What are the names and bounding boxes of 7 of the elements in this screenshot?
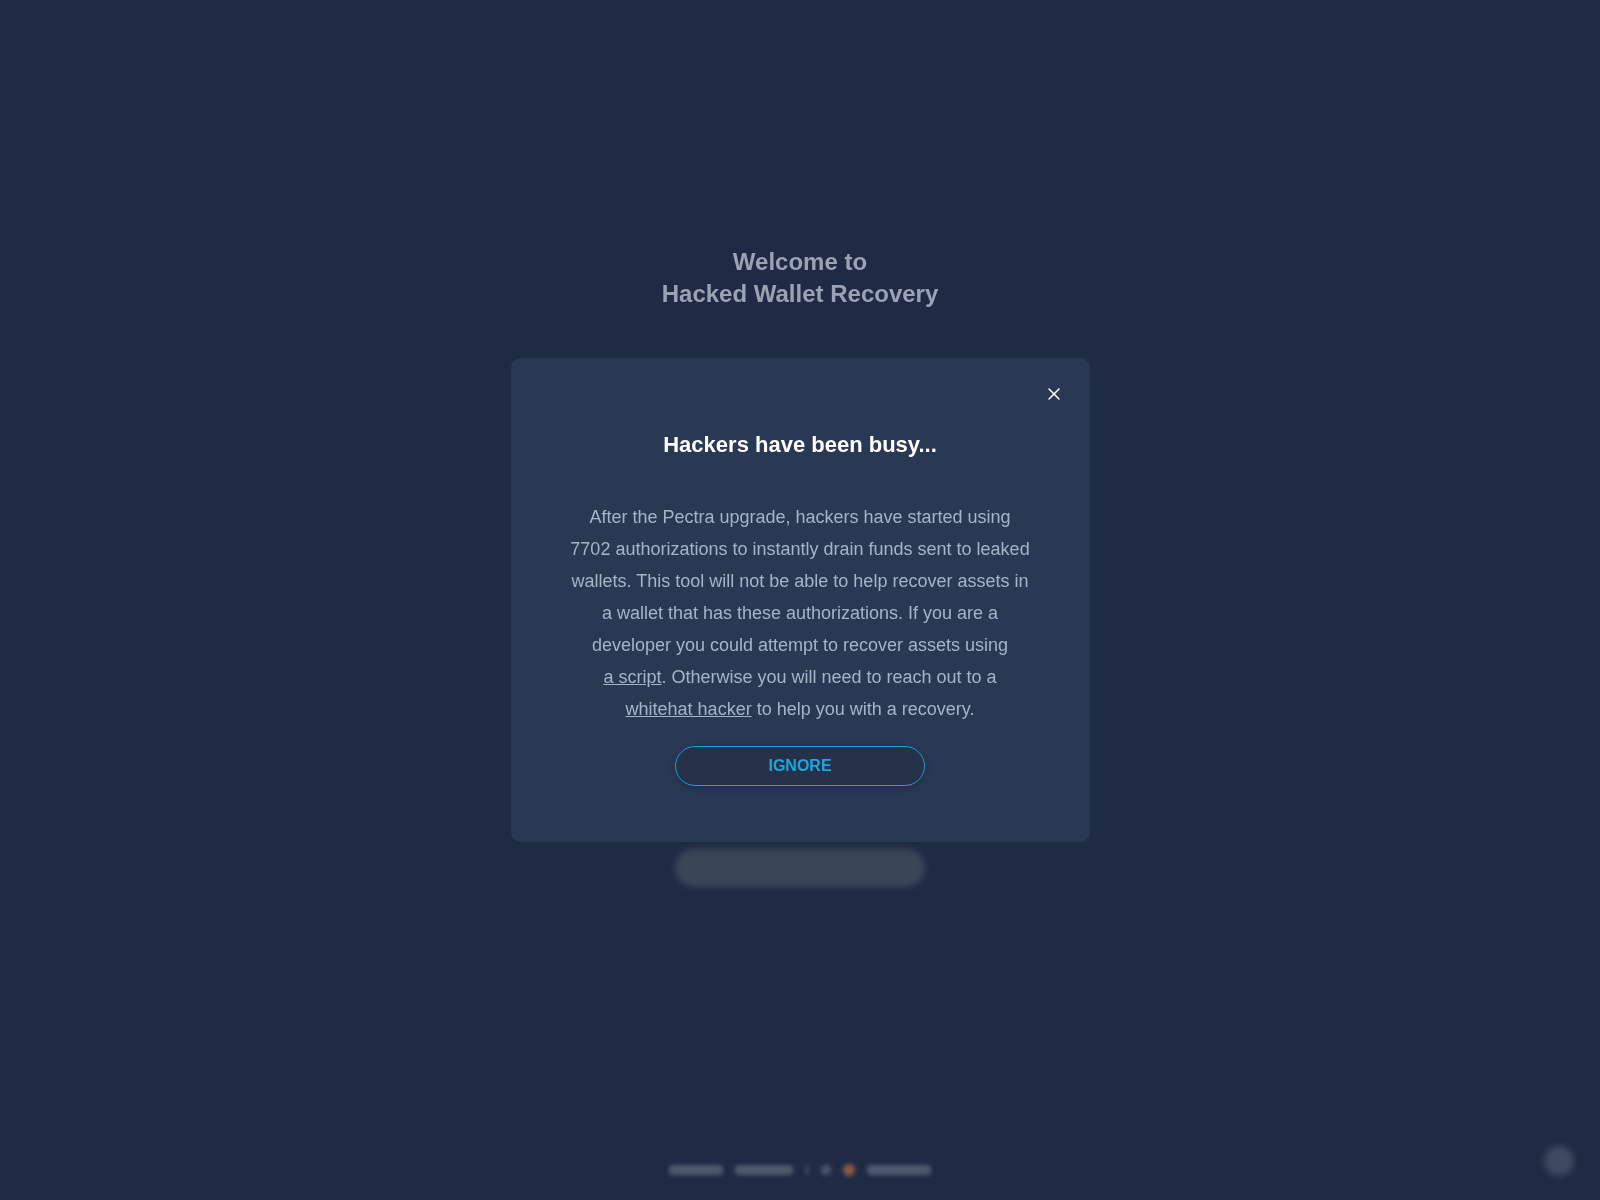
warning-message: After the Pectra upgrade, hackers have started using 7702 authorizations to instantly drain funds sent to leaked wallets. This tool will not be able to help recover assets in a wallet that has these authorizations. If you are a developer you could attempt to recover assets using a script. Otherwise you will need to reach out to a whitehat hacker to help you with a recovery.	[569, 506, 1031, 721]
script-link[interactable]: a script	[603, 667, 662, 687]
whitehat-hacker-link[interactable]: whitehat hacker	[625, 699, 752, 719]
modal-title: Hackers have been busy...	[663, 431, 937, 459]
page-heading: Welcome to	[732, 247, 868, 277]
ignore-button[interactable]: IGNORE	[675, 746, 925, 786]
page-heading: Hacked Wallet Recovery	[661, 279, 939, 309]
